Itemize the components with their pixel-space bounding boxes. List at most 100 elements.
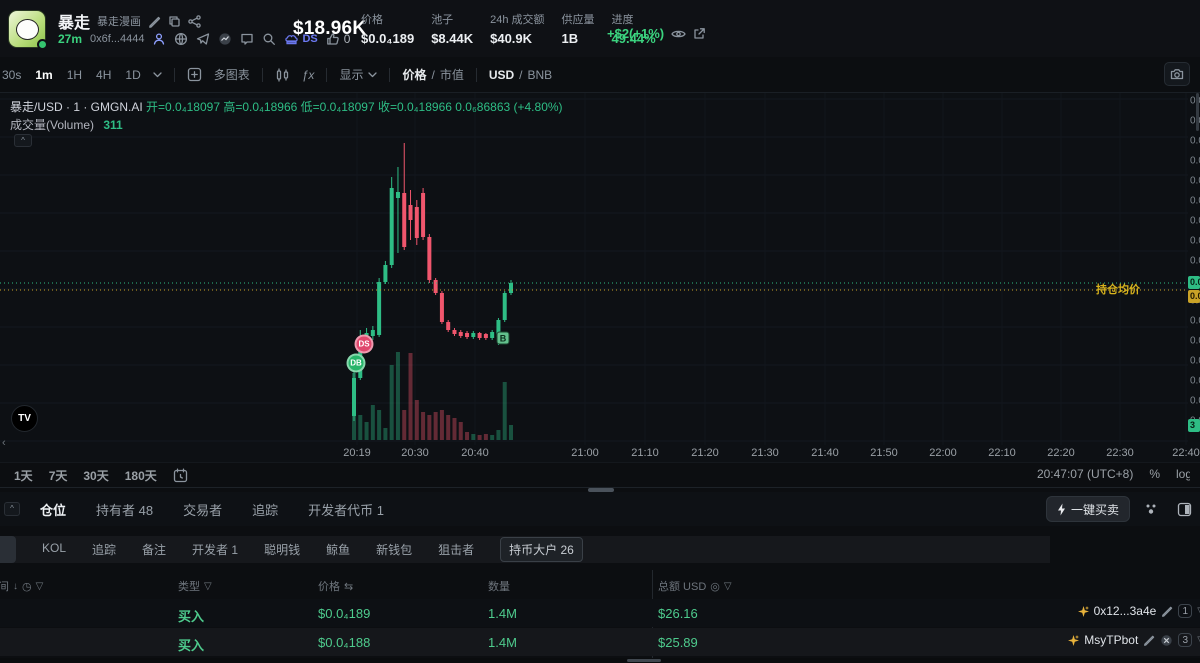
filter-开发者 1[interactable]: 开发者 1: [192, 541, 238, 558]
maker-trade-count-badge[interactable]: 3: [1178, 633, 1193, 647]
col-price[interactable]: 价格 ⇆: [318, 578, 353, 594]
filter-鲸鱼[interactable]: 鲸鱼: [326, 541, 350, 558]
chart-clock[interactable]: 20:47:07 (UTC+8): [1037, 467, 1133, 481]
vertical-scrollbar-thumb[interactable]: [1196, 93, 1199, 131]
filter-聪明钱[interactable]: 聪明钱: [264, 541, 300, 558]
maker-trade-count-badge[interactable]: 1: [1178, 604, 1193, 618]
add-chart-icon[interactable]: [187, 67, 202, 82]
note-edit-icon[interactable]: [1161, 605, 1173, 617]
trade-marker-B[interactable]: B: [496, 331, 510, 345]
interval-1m[interactable]: 1m: [35, 68, 52, 82]
mcap-mode-label[interactable]: 市值: [440, 66, 464, 83]
filter-funnel-icon[interactable]: ▽: [724, 581, 732, 592]
layout-toggle-button[interactable]: [1172, 497, 1196, 521]
share-icon[interactable]: [188, 14, 201, 28]
tab-追踪[interactable]: 追踪: [252, 500, 278, 519]
bnb-label[interactable]: BNB: [528, 68, 553, 82]
range-30天[interactable]: 30天: [83, 467, 108, 484]
volume-label: 成交量(Volume): [10, 118, 95, 132]
edit-icon[interactable]: [148, 15, 161, 28]
table-row[interactable]: 买入$0.0₄1891.4M$26.160x12...3a4e1▽: [0, 599, 1200, 627]
usd-label[interactable]: USD: [489, 68, 514, 82]
tab-开发者代币 1[interactable]: 开发者代币 1: [308, 500, 384, 519]
percent-scale-button[interactable]: %: [1149, 467, 1160, 481]
blocked-bot-icon[interactable]: [1160, 634, 1173, 647]
note-edit-icon[interactable]: [1143, 634, 1155, 646]
trade-total: $25.89: [658, 635, 698, 650]
copy-trade-button[interactable]: [1139, 497, 1163, 521]
interval-30s[interactable]: 30s: [2, 68, 21, 82]
filter-all-selected-stub[interactable]: [0, 536, 16, 563]
candle-style-icon[interactable]: [275, 67, 290, 82]
price-mode-label[interactable]: 价格: [402, 66, 426, 83]
col-type[interactable]: 类型 ▽: [178, 578, 212, 594]
intervals-chevron-down-icon[interactable]: [153, 71, 162, 78]
filter-新钱包[interactable]: 新钱包: [376, 541, 412, 558]
log-scale-button[interactable]: log: [1176, 467, 1190, 481]
col-time[interactable]: 时间 ↓◷▽: [0, 578, 43, 594]
trade-marker-DS[interactable]: DS: [354, 334, 374, 354]
price-axis-label: 0.0: [1190, 195, 1200, 207]
filter-funnel-icon[interactable]: ▽: [204, 581, 212, 592]
tradingview-logo[interactable]: TV: [11, 405, 38, 432]
copy-icon[interactable]: [168, 15, 181, 28]
filter-funnel-icon[interactable]: ▽: [36, 581, 44, 592]
chart-site-icon[interactable]: [218, 32, 232, 46]
interval-1H[interactable]: 1H: [67, 68, 82, 82]
price-mcap-toggle[interactable]: 价格 / 市值: [402, 66, 463, 83]
panel-collapse-button[interactable]: ^: [4, 502, 20, 516]
display-menu[interactable]: 显示: [339, 66, 378, 83]
banner-icon[interactable]: [240, 32, 254, 46]
range-180天[interactable]: 180天: [125, 467, 157, 484]
tab-持有者 48[interactable]: 持有者 48: [96, 500, 153, 519]
telegram-icon[interactable]: [196, 32, 210, 46]
time-axis[interactable]: 20:19 20:30 20:40 21:00 21:10 21:20 21:30 21:40…: [0, 445, 1200, 462]
trade-marker-DB[interactable]: DB: [346, 353, 366, 373]
legend-collapse-button[interactable]: ^: [14, 134, 32, 147]
calendar-clock-icon[interactable]: [173, 468, 188, 483]
creator-icon[interactable]: [152, 32, 166, 46]
contract-address[interactable]: 0x6f...4444: [90, 33, 144, 45]
clock-filter-icon[interactable]: ◷: [22, 580, 32, 593]
currency-toggle[interactable]: USD / BNB: [489, 68, 552, 82]
filter-KOL[interactable]: KOL: [42, 541, 66, 558]
token-avatar[interactable]: [8, 10, 48, 50]
interval-1D[interactable]: 1D: [125, 68, 140, 82]
range-7天[interactable]: 7天: [49, 467, 68, 484]
col-total[interactable]: 总额 USD ◎ ▽: [658, 578, 732, 594]
layout-panel-icon: [1177, 502, 1191, 516]
interval-4H[interactable]: 4H: [96, 68, 111, 82]
swap-sort-icon[interactable]: ⇆: [344, 580, 353, 593]
website-icon[interactable]: [174, 32, 188, 46]
filter-追踪[interactable]: 追踪: [92, 541, 116, 558]
maker-address[interactable]: MsyTPbot: [1084, 633, 1138, 647]
tab-交易者[interactable]: 交易者: [183, 500, 222, 519]
multichart-button[interactable]: 多图表: [214, 66, 250, 83]
candlestick-chart[interactable]: [0, 93, 1188, 445]
time-tick: 21:10: [631, 447, 659, 459]
current-price-tag: 0.0: [1188, 276, 1200, 289]
filter-狙击者[interactable]: 狙击者: [438, 541, 474, 558]
filter-holder-whales[interactable]: 持币大户 26: [500, 537, 583, 562]
ohlc-close: 收=0.0₄18966: [377, 100, 452, 114]
stat-label: 价格: [361, 14, 383, 26]
trade-total: $26.16: [658, 606, 698, 621]
divider: [475, 67, 477, 82]
indicators-fx-icon[interactable]: ƒx: [302, 68, 315, 82]
horizontal-scrollbar-thumb[interactable]: [627, 659, 661, 662]
table-row[interactable]: 买入$0.0₄1881.4M$25.89MsyTPbot3▽: [0, 628, 1200, 656]
search-icon[interactable]: [262, 32, 276, 46]
screenshot-camera-button[interactable]: [1164, 62, 1190, 86]
range-1天[interactable]: 1天: [14, 467, 33, 484]
eye-icon[interactable]: [671, 28, 686, 40]
external-link-icon[interactable]: [693, 27, 706, 40]
ohlc-high: 高=0.0₄18966: [223, 100, 298, 114]
pnl-value: +$2(+1%): [607, 26, 665, 41]
filter-备注[interactable]: 备注: [142, 541, 166, 558]
quick-trade-button[interactable]: 一键买卖: [1045, 496, 1130, 522]
currency-circle-icon[interactable]: ◎: [710, 580, 720, 593]
lightning-icon: [1057, 503, 1065, 515]
tab-仓位[interactable]: 仓位: [40, 500, 66, 519]
stat-label: 24h 成交额: [490, 14, 545, 26]
maker-address[interactable]: 0x12...3a4e: [1094, 604, 1157, 618]
